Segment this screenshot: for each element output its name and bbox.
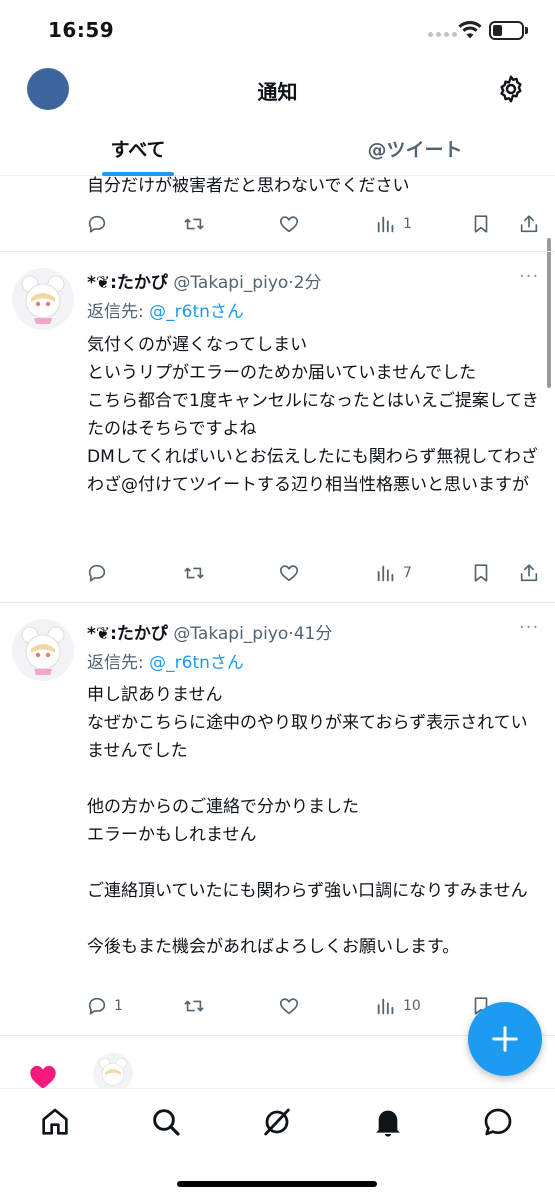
status-time: 16:59 bbox=[48, 18, 115, 42]
reply-count: 1 bbox=[114, 998, 123, 1014]
share-button[interactable] bbox=[518, 209, 540, 239]
views-count: 10 bbox=[403, 998, 421, 1014]
reply-icon bbox=[88, 215, 106, 233]
retweet-button[interactable] bbox=[183, 209, 205, 239]
home-indicator bbox=[177, 1181, 377, 1187]
reply-to-line: 返信先: @_r6tnさん bbox=[87, 648, 244, 673]
bear-avatar-icon bbox=[21, 275, 65, 324]
signal-dots-icon bbox=[428, 32, 457, 37]
reply-button[interactable] bbox=[86, 209, 114, 239]
heart-icon bbox=[279, 998, 299, 1015]
wifi-icon bbox=[458, 21, 482, 39]
reply-icon bbox=[88, 997, 106, 1015]
retweet-button[interactable] bbox=[183, 558, 205, 588]
bookmark-button[interactable] bbox=[470, 209, 492, 239]
liker-avatar[interactable] bbox=[93, 1053, 133, 1088]
tab-bar: すべて @ツイート bbox=[0, 120, 555, 176]
reply-to-label: 返信先: bbox=[87, 302, 150, 322]
spaces-icon[interactable] bbox=[261, 1106, 293, 1138]
views-count: 1 bbox=[403, 216, 412, 232]
like-button[interactable] bbox=[278, 991, 300, 1021]
more-options-icon[interactable]: ··· bbox=[519, 266, 539, 287]
more-options-icon[interactable]: ··· bbox=[519, 617, 539, 638]
share-icon bbox=[520, 215, 538, 233]
views-count: 7 bbox=[403, 565, 412, 581]
tweet-text: 申し訳ありません なぜかこちらに途中のやり取りが来ておらず表示されていませんでし… bbox=[87, 685, 528, 957]
retweet-icon bbox=[184, 218, 204, 230]
share-button[interactable] bbox=[518, 558, 540, 588]
tab-mentions[interactable]: @ツイート bbox=[350, 135, 480, 162]
heart-icon bbox=[279, 565, 299, 582]
bookmark-button[interactable] bbox=[470, 558, 492, 588]
home-icon[interactable] bbox=[39, 1106, 71, 1138]
tweet-actions: 1 bbox=[0, 209, 555, 239]
gear-icon[interactable] bbox=[496, 74, 526, 104]
display-name[interactable]: *❦:たかぴ bbox=[87, 624, 168, 644]
notifications-icon[interactable] bbox=[372, 1106, 404, 1138]
heart-icon bbox=[279, 216, 299, 233]
divider bbox=[0, 251, 555, 252]
liked-heart-icon bbox=[30, 1065, 56, 1089]
tweet-avatar[interactable] bbox=[12, 268, 74, 330]
messages-icon[interactable] bbox=[482, 1106, 514, 1138]
tweet-time: ·2分 bbox=[288, 273, 322, 293]
retweet-button[interactable] bbox=[183, 991, 205, 1021]
search-icon[interactable] bbox=[150, 1106, 182, 1138]
views-button[interactable]: 10 bbox=[375, 991, 421, 1021]
reply-button[interactable]: 1 bbox=[86, 991, 123, 1021]
reply-icon bbox=[88, 564, 106, 582]
reply-to-line: 返信先: @_r6tnさん bbox=[87, 297, 244, 322]
bookmark-icon bbox=[474, 564, 488, 582]
tweet-avatar[interactable] bbox=[12, 619, 74, 681]
tweet-actions: 7 bbox=[0, 558, 555, 588]
scrollbar[interactable] bbox=[547, 238, 551, 388]
tweet-time: ·41分 bbox=[288, 624, 333, 644]
views-icon bbox=[377, 565, 394, 582]
tab-all[interactable]: すべて bbox=[102, 135, 174, 162]
reply-to-label: 返信先: bbox=[87, 653, 150, 673]
views-icon bbox=[377, 998, 394, 1015]
bookmark-icon bbox=[474, 215, 488, 233]
reply-button[interactable] bbox=[86, 558, 114, 588]
bear-avatar-icon bbox=[93, 1053, 133, 1088]
user-handle[interactable]: @Takapi_piyo bbox=[173, 273, 288, 293]
page-title: 通知 bbox=[257, 80, 298, 104]
reply-to-mention[interactable]: @_r6tnさん bbox=[149, 653, 244, 673]
status-bar: 16:59 bbox=[0, 0, 555, 58]
battery-icon bbox=[489, 21, 528, 40]
plus-icon bbox=[492, 1026, 518, 1052]
views-button[interactable]: 1 bbox=[375, 209, 412, 239]
share-icon bbox=[520, 564, 538, 582]
like-button[interactable] bbox=[278, 558, 300, 588]
reply-to-mention[interactable]: @_r6tnさん bbox=[149, 302, 244, 322]
views-icon bbox=[377, 216, 394, 233]
display-name[interactable]: *❦:たかぴ bbox=[87, 273, 168, 293]
tweet-actions: 1 10 bbox=[0, 991, 555, 1021]
compose-tweet-button[interactable] bbox=[468, 1002, 542, 1076]
tweet-text: 気付くのが遅くなってしまい というリプがエラーのためか届いていませんでした こち… bbox=[87, 335, 539, 495]
retweet-icon bbox=[184, 1000, 204, 1012]
tweet-header: *❦:たかぴ @Takapi_piyo·41分 bbox=[87, 619, 332, 644]
retweet-icon bbox=[184, 567, 204, 579]
like-button[interactable] bbox=[278, 209, 300, 239]
tweet-text: 自分だけが被害者だと思わないでください bbox=[87, 176, 410, 196]
bear-avatar-icon bbox=[21, 626, 65, 675]
user-handle[interactable]: @Takapi_piyo bbox=[173, 624, 288, 644]
divider bbox=[0, 602, 555, 603]
tweet-header: *❦:たかぴ @Takapi_piyo·2分 bbox=[87, 268, 322, 293]
views-button[interactable]: 7 bbox=[375, 558, 412, 588]
